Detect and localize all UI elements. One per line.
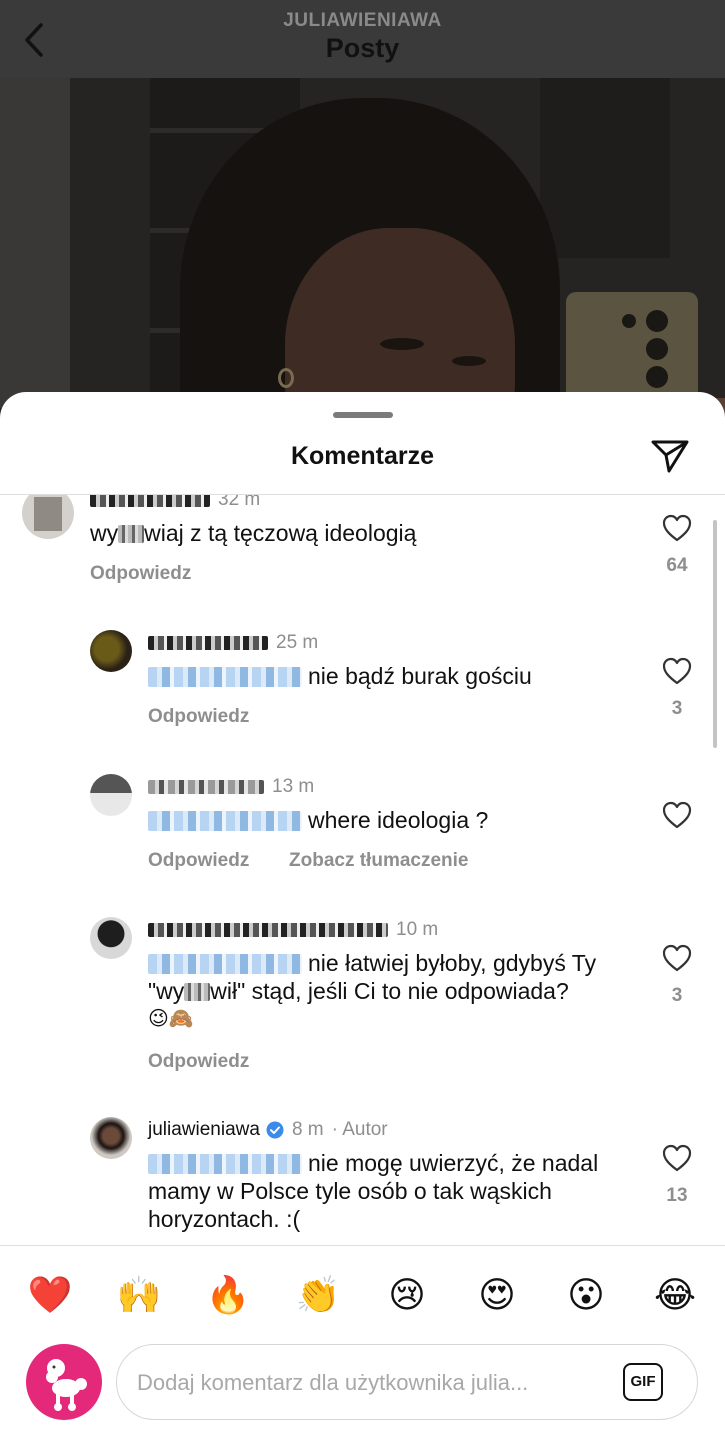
like-button[interactable]	[661, 1143, 693, 1173]
like-button[interactable]	[661, 513, 693, 543]
emoji-laughing-button[interactable]: 😂	[650, 1270, 700, 1320]
like-button[interactable]	[661, 800, 693, 830]
like-count[interactable]: 3	[652, 985, 702, 1007]
comment-time: 10 m	[396, 919, 439, 940]
comment-meta: 10 m	[148, 919, 438, 941]
send-icon	[651, 440, 689, 473]
page-title: Posty	[325, 33, 400, 63]
avatar[interactable]	[90, 917, 132, 959]
comment-time: 8 m	[291, 1119, 324, 1140]
poodle-icon	[46, 1359, 87, 1411]
emoji-heart-button[interactable]: ❤️	[25, 1270, 75, 1320]
my-avatar[interactable]	[26, 1344, 102, 1420]
username[interactable]	[148, 923, 388, 937]
emoji-clap-button[interactable]: 👏	[293, 1270, 343, 1320]
comment-time: 25 m	[276, 632, 319, 653]
emoji-cry-button[interactable]: 😢	[382, 1270, 432, 1320]
mention[interactable]	[148, 811, 302, 831]
sheet-title: Komentarze	[290, 442, 435, 470]
username[interactable]: juliawieniawa	[148, 1119, 260, 1141]
author-tag: · Autor	[331, 1119, 388, 1140]
avatar[interactable]	[90, 1117, 132, 1159]
emoji-heart-eyes-button[interactable]: 😍	[472, 1270, 522, 1320]
reply-button[interactable]: Odpowiedz	[148, 706, 249, 728]
comment-list[interactable]: 32 m wy wiaj z tą tęczową ideologią Odpow…	[0, 495, 725, 1245]
username[interactable]	[148, 780, 264, 794]
emoji-quick-bar: ❤️ 🙌 🔥 👏 😢 😍 😮 😂	[0, 1270, 725, 1320]
gif-button[interactable]: GIF	[623, 1363, 663, 1401]
avatar[interactable]	[22, 495, 74, 539]
avatar[interactable]	[90, 630, 132, 672]
mention[interactable]	[148, 1154, 302, 1174]
emoji-surprised-button[interactable]: 😮	[561, 1270, 611, 1320]
comment-time: 32 m	[218, 495, 261, 510]
reply-button[interactable]: Odpowiedz	[148, 1051, 249, 1073]
comment-input-container: GIF	[116, 1344, 698, 1420]
like-button[interactable]	[661, 656, 693, 686]
divider	[0, 1245, 725, 1246]
comment-text: nie łatwiej byłoby, gdybyś Ty "wy wił" st…	[148, 949, 648, 1033]
comment-meta: 13 m	[148, 776, 314, 798]
comment-meta: 32 m	[90, 495, 260, 511]
reply-button[interactable]: Odpowiedz	[90, 563, 191, 585]
comment-time: 13 m	[272, 776, 315, 797]
profile-username[interactable]: JULIAWIENIAWA	[0, 10, 725, 32]
comment-text: where ideologia ?	[148, 806, 488, 834]
comment-text: nie bądź burak gościu	[148, 662, 532, 690]
scrollbar[interactable]	[713, 520, 717, 748]
emoji-raised-hands-button[interactable]: 🙌	[114, 1270, 164, 1320]
heart-icon	[662, 514, 692, 542]
post-photo	[0, 78, 725, 418]
mention[interactable]	[148, 954, 302, 974]
like-count[interactable]: 3	[652, 698, 702, 720]
like-count[interactable]: 64	[652, 555, 702, 577]
comment-input[interactable]	[137, 1365, 607, 1401]
heart-icon	[662, 1144, 692, 1172]
comment-text: wy wiaj z tą tęczową ideologią	[90, 520, 417, 546]
comment-text: nie mogę uwierzyć, że nadal mamy w Polsc…	[148, 1150, 599, 1232]
comment-meta: juliawieniawa 8 m · Autor	[148, 1119, 388, 1141]
share-button[interactable]	[650, 438, 690, 474]
username[interactable]	[148, 636, 268, 650]
heart-icon	[662, 801, 692, 829]
reply-button[interactable]: Odpowiedz	[148, 850, 249, 872]
top-bar: JULIAWIENIAWA Posty	[0, 0, 725, 78]
emoji-text: 😉🙈	[148, 1008, 194, 1030]
mention[interactable]	[148, 667, 302, 687]
sheet-grabber[interactable]	[333, 412, 393, 418]
emoji-fire-button[interactable]: 🔥	[203, 1270, 253, 1320]
like-count[interactable]: 13	[652, 1185, 702, 1207]
like-button[interactable]	[661, 943, 693, 973]
comment-meta: 25 m	[148, 632, 318, 654]
heart-icon	[662, 944, 692, 972]
username[interactable]	[90, 495, 210, 507]
verified-badge-icon	[266, 1121, 284, 1139]
avatar[interactable]	[90, 774, 132, 816]
comments-sheet: Komentarze 32 m wy wiaj z tą tęczową ideo…	[0, 392, 725, 1439]
heart-icon	[662, 657, 692, 685]
translate-button[interactable]: Zobacz tłumaczenie	[289, 850, 469, 872]
